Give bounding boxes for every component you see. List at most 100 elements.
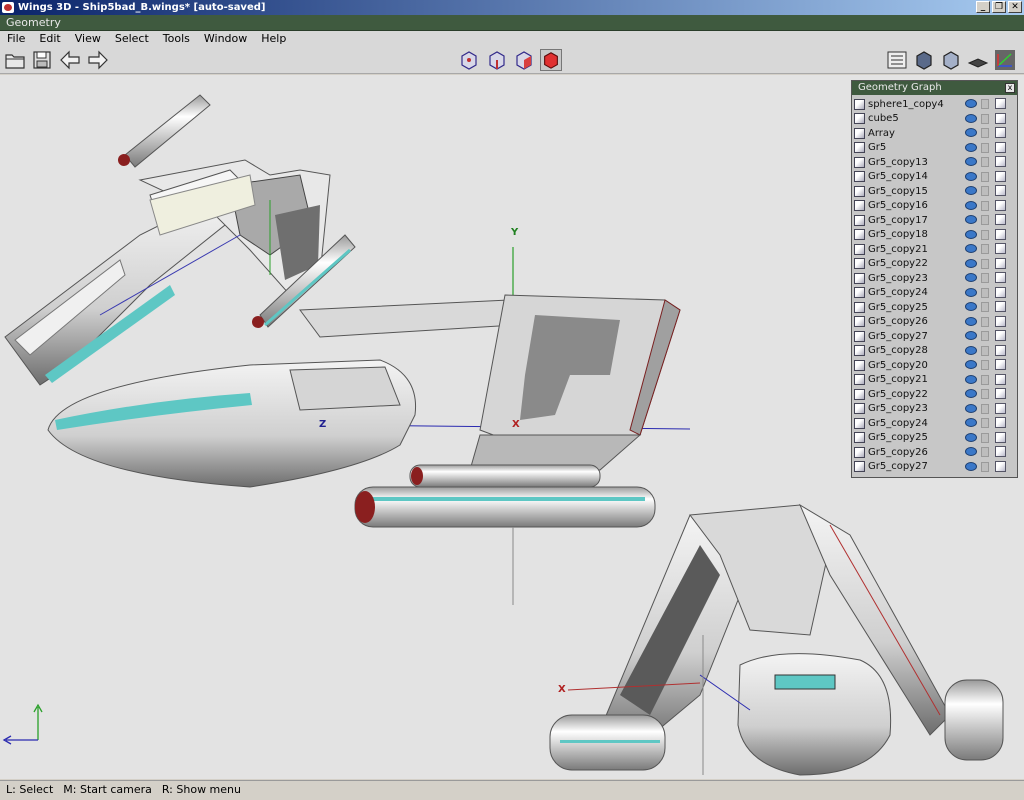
visibility-eye-icon[interactable] [965,99,977,108]
lock-icon[interactable] [981,113,989,124]
geometry-graph-row[interactable]: Gr5_copy24 [852,416,1017,431]
wireframe-cube-icon[interactable] [995,417,1006,428]
wireframe-cube-icon[interactable] [995,228,1006,240]
geometry-graph-row[interactable]: Gr5 [852,141,1017,156]
wireframe-cube-icon[interactable] [995,388,1006,399]
body-select-mode-button[interactable] [540,49,562,71]
visibility-eye-icon[interactable] [965,360,977,369]
visibility-eye-icon[interactable] [965,229,977,239]
geometry-graph-row[interactable]: Gr5_copy26 [852,445,1017,460]
close-button[interactable]: ✕ [1008,1,1022,13]
visibility-eye-icon[interactable] [965,273,977,282]
geometry-window-header[interactable]: Geometry [0,15,1024,31]
lock-icon[interactable] [981,418,989,428]
visibility-eye-icon[interactable] [965,461,977,471]
lock-icon[interactable] [981,461,989,472]
lock-icon[interactable] [981,171,989,182]
geometry-graph-row[interactable]: Gr5_copy25 [852,431,1017,446]
geometry-graph-row[interactable]: Gr5_copy23 [852,402,1017,417]
menu-window[interactable]: Window [197,31,254,46]
menu-help[interactable]: Help [254,31,293,46]
axes-toggle-button[interactable] [994,49,1016,71]
lock-icon[interactable] [981,99,989,109]
lock-icon[interactable] [981,447,989,457]
wireframe-cube-icon[interactable] [995,344,1006,356]
menu-edit[interactable]: Edit [32,31,67,46]
menu-tools[interactable]: Tools [156,31,197,46]
wireframe-cube-icon[interactable] [995,170,1006,182]
wireframe-cube-icon[interactable] [995,446,1006,457]
visibility-eye-icon[interactable] [965,215,977,224]
wireframe-cube-icon[interactable] [995,373,1006,385]
visibility-eye-icon[interactable] [965,171,977,181]
geometry-graph-row[interactable]: Gr5_copy18 [852,228,1017,243]
lock-icon[interactable] [981,142,989,153]
visibility-eye-icon[interactable] [965,113,977,123]
wireframe-cube-icon[interactable] [995,214,1006,225]
geometry-graph-row[interactable]: Gr5_copy22 [852,257,1017,272]
wireframe-cube-icon[interactable] [995,141,1006,153]
geometry-graph-row[interactable]: Gr5_copy21 [852,242,1017,257]
geometry-graph-row[interactable]: Gr5_copy14 [852,170,1017,185]
geometry-graph-row[interactable]: Gr5_copy13 [852,155,1017,170]
lock-icon[interactable] [981,331,989,341]
wireframe-cube-icon[interactable] [995,460,1006,472]
visibility-eye-icon[interactable] [965,374,977,384]
minimize-button[interactable]: _ [976,1,990,13]
visibility-eye-icon[interactable] [965,258,977,268]
wireframe-cube-icon[interactable] [995,315,1006,327]
visibility-eye-icon[interactable] [965,128,977,137]
lock-icon[interactable] [981,157,989,167]
smooth-shade-button[interactable] [913,49,935,71]
geometry-graph-row[interactable]: sphere1_copy4 [852,97,1017,112]
vertex-select-mode-button[interactable] [458,49,480,71]
lock-icon[interactable] [981,374,989,385]
lock-icon[interactable] [981,128,989,138]
geometry-graph-row[interactable]: Gr5_copy17 [852,213,1017,228]
visibility-eye-icon[interactable] [965,403,977,413]
lock-icon[interactable] [981,345,989,356]
geometry-graph-row[interactable]: Gr5_copy21 [852,373,1017,388]
flat-shade-button[interactable] [940,49,962,71]
lock-icon[interactable] [981,389,989,399]
visibility-eye-icon[interactable] [965,345,977,355]
visibility-eye-icon[interactable] [965,200,977,210]
visibility-eye-icon[interactable] [965,331,977,340]
wireframe-toggle-button[interactable] [886,49,908,71]
geometry-graph-row[interactable]: Gr5_copy22 [852,387,1017,402]
visibility-eye-icon[interactable] [965,316,977,326]
visibility-eye-icon[interactable] [965,287,977,297]
geometry-graph-row[interactable]: Gr5_copy26 [852,315,1017,330]
redo-button[interactable] [87,49,109,71]
geometry-graph-row[interactable]: Gr5_copy20 [852,358,1017,373]
save-button[interactable] [31,49,53,71]
restore-button[interactable]: ❐ [992,1,1006,13]
wireframe-cube-icon[interactable] [995,272,1006,283]
wireframe-cube-icon[interactable] [995,112,1006,124]
visibility-eye-icon[interactable] [965,447,977,456]
lock-icon[interactable] [981,244,989,254]
geometry-graph-row[interactable]: Gr5_copy27 [852,460,1017,475]
geometry-graph-row[interactable]: Gr5_copy27 [852,329,1017,344]
wireframe-cube-icon[interactable] [995,243,1006,254]
geometry-graph-row[interactable]: Gr5_copy25 [852,300,1017,315]
visibility-eye-icon[interactable] [965,142,977,152]
geometry-graph-row[interactable]: Gr5_copy28 [852,344,1017,359]
lock-icon[interactable] [981,215,989,225]
lock-icon[interactable] [981,287,989,298]
geometry-graph-row[interactable]: Gr5_copy23 [852,271,1017,286]
face-select-mode-button[interactable] [513,49,535,71]
wireframe-cube-icon[interactable] [995,185,1006,196]
wireframe-cube-icon[interactable] [995,359,1006,370]
visibility-eye-icon[interactable] [965,157,977,166]
wireframe-cube-icon[interactable] [995,156,1006,167]
lock-icon[interactable] [981,403,989,414]
menu-view[interactable]: View [68,31,108,46]
geometry-graph-titlebar[interactable]: Geometry Graph x [852,81,1017,95]
wireframe-cube-icon[interactable] [995,199,1006,211]
lock-icon[interactable] [981,200,989,211]
geometry-graph-row[interactable]: cube5 [852,112,1017,127]
lock-icon[interactable] [981,360,989,370]
lock-icon[interactable] [981,432,989,443]
menu-select[interactable]: Select [108,31,156,46]
